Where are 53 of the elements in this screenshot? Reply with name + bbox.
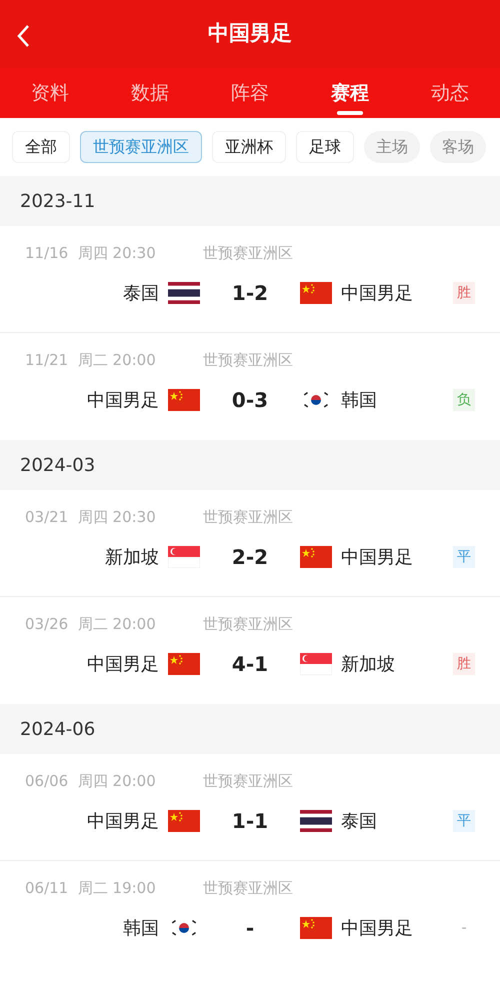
tab[interactable]: 数据 <box>100 68 200 118</box>
team-name: 韩国 <box>123 916 159 940</box>
competition-name: 世预赛亚洲区 <box>203 242 293 264</box>
match-score: 4-1 <box>230 651 270 678</box>
team-name: 中国男足 <box>341 916 413 940</box>
month-header: 2023-11 <box>0 176 500 226</box>
page-title: 中国男足 <box>208 20 292 48</box>
back-icon[interactable] <box>16 24 30 48</box>
team-name: 新加坡 <box>105 546 159 570</box>
competition-name: 世预赛亚洲区 <box>203 770 293 792</box>
team-name: 泰国 <box>341 810 377 834</box>
tab[interactable]: 动态 <box>400 68 500 118</box>
tab[interactable]: 赛程 <box>300 68 400 118</box>
tab[interactable]: 阵容 <box>200 68 300 118</box>
match-time: 06/11 周二 19:00 <box>25 878 157 899</box>
filter-chip[interactable]: 主场 <box>364 131 420 163</box>
result-label: 平 <box>453 810 475 832</box>
competition-name: 世预赛亚洲区 <box>203 506 293 528</box>
team-name: 中国男足 <box>87 388 159 412</box>
match-score: 1-1 <box>230 808 270 835</box>
match-time: 11/16 周四 20:30 <box>25 242 157 264</box>
match-time: 03/26 周二 20:00 <box>25 614 157 635</box>
month-header: 2024-06 <box>0 704 500 754</box>
result-label: 负 <box>453 389 475 411</box>
team-name: 泰国 <box>123 282 159 306</box>
match-score: 0-3 <box>230 387 270 414</box>
match-time: 11/21 周二 20:00 <box>25 350 157 371</box>
filter-chip[interactable]: 客场 <box>430 131 486 163</box>
match-score: - <box>244 915 256 942</box>
match-time: 03/21 周四 20:30 <box>25 506 157 528</box>
tab[interactable]: 资料 <box>0 68 100 118</box>
team-name: 新加坡 <box>341 652 395 676</box>
competition-name: 世预赛亚洲区 <box>203 878 293 899</box>
filter-chip[interactable]: 足球 <box>296 131 354 163</box>
filter-chip[interactable]: 全部 <box>12 131 70 163</box>
result-label: 胜 <box>453 653 475 675</box>
tab-indicator <box>337 111 363 115</box>
result-label: 胜 <box>453 282 475 304</box>
month-header: 2024-03 <box>0 440 500 490</box>
result-label: - <box>460 918 468 938</box>
team-name: 中国男足 <box>87 810 159 834</box>
filter-chip[interactable]: 亚洲杯 <box>212 131 286 163</box>
team-name: 中国男足 <box>341 282 413 306</box>
team-name: 中国男足 <box>341 546 413 570</box>
match-time: 06/06 周四 20:00 <box>25 770 157 792</box>
match-score: 2-2 <box>230 544 270 571</box>
match-score: 1-2 <box>230 280 270 307</box>
team-name: 韩国 <box>341 388 377 412</box>
result-label: 平 <box>453 546 475 568</box>
team-name: 中国男足 <box>87 652 159 676</box>
competition-name: 世预赛亚洲区 <box>203 350 293 371</box>
competition-name: 世预赛亚洲区 <box>203 614 293 635</box>
filter-chip[interactable]: 世预赛亚洲区 <box>80 131 202 163</box>
